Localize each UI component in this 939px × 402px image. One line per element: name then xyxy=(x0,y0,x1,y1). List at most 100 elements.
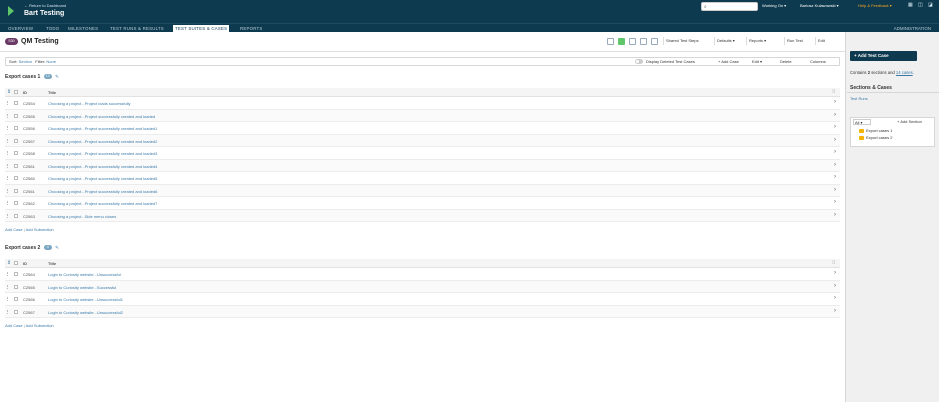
row-checkbox[interactable] xyxy=(14,113,18,118)
sort-handle-icon[interactable]: ⇕ xyxy=(7,260,11,266)
row-checkbox[interactable] xyxy=(14,151,18,155)
drag-handle-icon[interactable] xyxy=(7,272,9,276)
case-title-link[interactable]: Login to Curiosity website...Unsuccessfu… xyxy=(48,297,123,302)
filter-value-link[interactable]: None xyxy=(46,59,56,64)
test-runs-link[interactable]: Test Runs xyxy=(850,96,868,101)
section-2-add-case-link[interactable]: Add Case xyxy=(5,323,23,328)
row-checkbox[interactable] xyxy=(14,126,18,130)
import-icon[interactable] xyxy=(618,38,625,45)
row-checkbox[interactable] xyxy=(14,201,18,205)
row-checkbox[interactable] xyxy=(14,188,18,193)
app-logo-icon[interactable] xyxy=(8,6,16,16)
chevron-right-icon[interactable]: › xyxy=(834,308,836,314)
id-column-header[interactable]: ID xyxy=(23,261,27,266)
edit-suite-button[interactable]: Edit xyxy=(815,37,825,45)
section-1-add-case-link[interactable]: Add Case xyxy=(5,227,23,232)
chevron-right-icon[interactable]: › xyxy=(834,124,836,130)
shared-test-steps-button[interactable]: Shared Test Steps xyxy=(663,37,699,45)
drag-handle-icon[interactable] xyxy=(7,213,9,218)
chevron-right-icon[interactable]: › xyxy=(834,199,836,205)
chevron-right-icon[interactable]: › xyxy=(834,212,836,218)
notifications-icon[interactable]: ◫ xyxy=(918,2,923,8)
edit-section-2-icon[interactable]: ✎ xyxy=(55,245,59,251)
table-row[interactable]: C2565 Login to Curiosity website...Succes… xyxy=(5,280,840,293)
table-row[interactable]: C2563 Choosing a project...Side menu clos… xyxy=(5,209,840,222)
drag-handle-icon[interactable] xyxy=(7,151,9,155)
chevron-right-icon[interactable]: › xyxy=(834,295,836,301)
working-on-menu[interactable]: Working On ▾ xyxy=(762,3,786,8)
drag-handle-icon[interactable] xyxy=(7,163,9,168)
row-checkbox[interactable] xyxy=(14,297,18,301)
drag-handle-icon[interactable] xyxy=(7,284,9,289)
table-row[interactable]: C2555 Choosing a project...Project succes… xyxy=(5,109,840,122)
table-row[interactable]: C2558 Choosing a project...Project succes… xyxy=(5,147,840,160)
row-checkbox[interactable] xyxy=(14,284,18,289)
delete-cases-button[interactable]: Delete xyxy=(780,59,792,64)
case-title-link[interactable]: Choosing a project...Project successfull… xyxy=(48,201,157,206)
section-1-add-subsection-link[interactable]: Add Subsection xyxy=(26,227,54,232)
case-title-link[interactable]: Choosing a project...Project successfull… xyxy=(48,139,157,144)
row-checkbox[interactable] xyxy=(14,163,18,168)
table-row[interactable]: C2556 Choosing a project...Project succes… xyxy=(5,122,840,135)
sort-handle-icon[interactable]: ⇕ xyxy=(7,89,11,95)
search-input[interactable] xyxy=(711,4,757,10)
title-column-header[interactable]: Title xyxy=(48,261,56,266)
table-row[interactable]: C2561 Choosing a project...Project succes… xyxy=(5,184,840,197)
sort-value-link[interactable]: Section xyxy=(19,59,32,64)
run-test-button[interactable]: Run Test xyxy=(784,37,803,45)
reports-button[interactable]: Reports ▾ xyxy=(746,37,766,45)
table-row[interactable]: C2566 Login to Curiosity website...Unsucc… xyxy=(5,293,840,306)
section-2-add-subsection-link[interactable]: Add Subsection xyxy=(26,323,54,328)
search-box[interactable]: ⌕ xyxy=(701,2,758,11)
drag-handle-icon[interactable] xyxy=(7,176,9,180)
defaults-button[interactable]: Defaults ▾ xyxy=(714,37,735,45)
case-title-link[interactable]: Choosing a project...Project successfull… xyxy=(48,189,157,194)
chevron-right-icon[interactable]: › xyxy=(834,149,836,155)
case-title-link[interactable]: Login to Curiosity website...Successful xyxy=(48,285,116,290)
add-test-case-button[interactable]: + Add Test Case xyxy=(850,51,917,61)
drag-handle-icon[interactable] xyxy=(7,101,9,105)
drag-handle-icon[interactable] xyxy=(7,297,9,301)
chevron-right-icon[interactable]: › xyxy=(834,162,836,168)
chevron-right-icon[interactable]: › xyxy=(834,270,836,276)
table-row[interactable]: C2564 Login to Curiosity website...Unsucc… xyxy=(5,268,840,281)
case-title-link[interactable]: Login to Curiosity website...Unsuccessfu… xyxy=(48,310,123,315)
case-title-link[interactable]: Choosing a project...Project loads succe… xyxy=(48,101,130,106)
history-icon[interactable] xyxy=(651,38,658,45)
add-case-button[interactable]: + Add Case xyxy=(718,59,739,64)
chevron-right-icon[interactable]: › xyxy=(834,137,836,143)
row-checkbox[interactable] xyxy=(14,176,18,180)
display-deleted-toggle[interactable] xyxy=(635,59,643,64)
tree-item-export-cases-1[interactable]: Export cases 1 xyxy=(859,128,892,133)
select-all-checkbox[interactable] xyxy=(14,90,18,94)
administration-link[interactable]: ADMINISTRATION xyxy=(894,25,931,32)
id-column-header[interactable]: ID xyxy=(23,90,27,95)
case-title-link[interactable]: Choosing a project...Side menu closes xyxy=(48,214,116,219)
chevron-right-icon[interactable]: › xyxy=(834,187,836,193)
user-menu[interactable]: Bartosz Kulawowski ▾ xyxy=(800,3,839,8)
chevron-right-icon[interactable]: › xyxy=(834,174,836,180)
table-row[interactable]: C2561 Choosing a project...Project succes… xyxy=(5,159,840,172)
settings-icon[interactable]: ◪ xyxy=(928,2,933,8)
help-feedback-menu[interactable]: Help & Feedback ▾ xyxy=(858,3,892,8)
cases-count-link[interactable]: 14 cases xyxy=(896,70,913,75)
tree-filter-select[interactable]: All ▾ xyxy=(853,119,871,125)
table-row[interactable]: C2557 Choosing a project...Project succes… xyxy=(5,134,840,147)
table-row[interactable]: C2560 Choosing a project...Project succes… xyxy=(5,172,840,185)
drag-handle-icon[interactable] xyxy=(7,188,9,193)
row-checkbox[interactable] xyxy=(14,101,18,105)
title-column-header[interactable]: Title xyxy=(48,90,56,95)
drag-handle-icon[interactable] xyxy=(7,138,9,143)
case-title-link[interactable]: Choosing a project...Project successfull… xyxy=(48,151,157,156)
edit-cases-button[interactable]: Edit ▾ xyxy=(752,59,762,64)
select-all-checkbox[interactable] xyxy=(14,261,18,265)
case-title-link[interactable]: Choosing a project...Project successfull… xyxy=(48,164,157,169)
tree-item-export-cases-2[interactable]: Export cases 2 xyxy=(859,135,892,140)
copy-icon[interactable] xyxy=(607,38,614,45)
case-title-link[interactable]: Choosing a project...Project successfull… xyxy=(48,126,157,131)
case-title-link[interactable]: Choosing a project...Project successfull… xyxy=(48,114,155,119)
columns-button[interactable]: Columns xyxy=(810,59,826,64)
table-row[interactable]: C2562 Choosing a project...Project succes… xyxy=(5,197,840,210)
chevron-right-icon[interactable]: › xyxy=(834,112,836,118)
table-row[interactable]: C2567 Login to Curiosity website...Unsucc… xyxy=(5,305,840,318)
